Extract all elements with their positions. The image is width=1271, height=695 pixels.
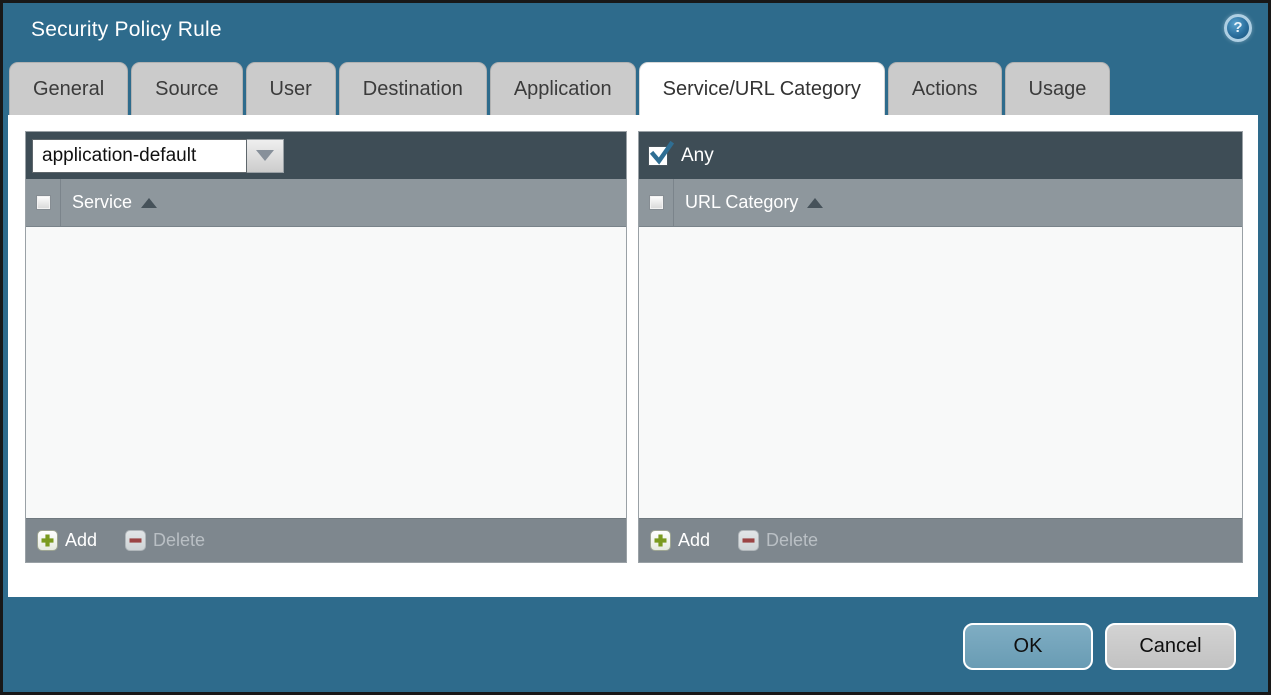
tab-actions[interactable]: Actions bbox=[887, 62, 1002, 115]
column-divider bbox=[60, 179, 61, 226]
url-category-panel: Any URL Category Add Delete bbox=[638, 131, 1243, 563]
service-panel-footer: Add Delete bbox=[26, 518, 626, 562]
tab-general[interactable]: General bbox=[9, 62, 129, 115]
tab-application[interactable]: Application bbox=[489, 62, 636, 115]
service-delete-label: Delete bbox=[153, 530, 206, 550]
minus-icon bbox=[738, 530, 760, 551]
service-column-header[interactable]: Service bbox=[72, 192, 132, 213]
service-delete-button[interactable]: Delete bbox=[125, 530, 205, 551]
column-divider bbox=[673, 179, 674, 226]
url-category-add-label: Add bbox=[678, 530, 711, 550]
security-policy-rule-dialog: { "dialog": { "title": "Security Policy … bbox=[0, 0, 1271, 695]
any-checkbox[interactable] bbox=[648, 140, 675, 166]
service-panel: application-default Service Add Delete bbox=[25, 131, 627, 563]
chevron-down-icon bbox=[256, 150, 274, 161]
url-category-add-button[interactable]: Add bbox=[650, 530, 710, 551]
plus-icon bbox=[37, 530, 58, 551]
any-checkbox-label[interactable]: Any bbox=[681, 145, 714, 167]
ok-button[interactable]: OK bbox=[963, 623, 1093, 670]
tab-usage[interactable]: Usage bbox=[1004, 62, 1111, 115]
url-category-delete-button[interactable]: Delete bbox=[738, 530, 818, 551]
service-select-all-checkbox[interactable] bbox=[36, 195, 51, 210]
tab-content-area: application-default Service Add Delete A… bbox=[8, 115, 1258, 597]
service-add-label: Add bbox=[65, 530, 98, 550]
url-category-list-empty bbox=[639, 227, 1242, 518]
service-list-empty bbox=[26, 227, 626, 518]
service-type-dropdown[interactable]: application-default bbox=[32, 138, 284, 173]
tab-source[interactable]: Source bbox=[131, 62, 243, 115]
service-panel-toolbar: application-default bbox=[26, 132, 626, 179]
plus-icon bbox=[650, 530, 671, 551]
tab-user[interactable]: User bbox=[245, 62, 336, 115]
url-category-column-header[interactable]: URL Category bbox=[685, 192, 798, 213]
sort-ascending-icon[interactable] bbox=[807, 197, 824, 208]
service-type-dropdown-button[interactable] bbox=[247, 138, 284, 173]
service-table-header: Service bbox=[26, 179, 626, 227]
url-category-panel-footer: Add Delete bbox=[639, 518, 1242, 562]
url-category-select-all-checkbox[interactable] bbox=[649, 195, 664, 210]
tab-bar: General Source User Destination Applicat… bbox=[9, 62, 1111, 115]
url-category-panel-toolbar: Any bbox=[639, 132, 1242, 179]
tab-service-url-category[interactable]: Service/URL Category bbox=[638, 62, 885, 115]
service-type-dropdown-value[interactable]: application-default bbox=[32, 138, 247, 173]
url-category-delete-label: Delete bbox=[766, 530, 819, 550]
sort-ascending-icon[interactable] bbox=[141, 197, 158, 208]
tab-destination[interactable]: Destination bbox=[338, 62, 487, 115]
help-icon[interactable]: ? bbox=[1224, 14, 1252, 42]
url-category-table-header: URL Category bbox=[639, 179, 1242, 227]
minus-icon bbox=[125, 530, 147, 551]
cancel-button[interactable]: Cancel bbox=[1105, 623, 1236, 670]
dialog-title: Security Policy Rule bbox=[31, 18, 222, 41]
service-add-button[interactable]: Add bbox=[37, 530, 97, 551]
